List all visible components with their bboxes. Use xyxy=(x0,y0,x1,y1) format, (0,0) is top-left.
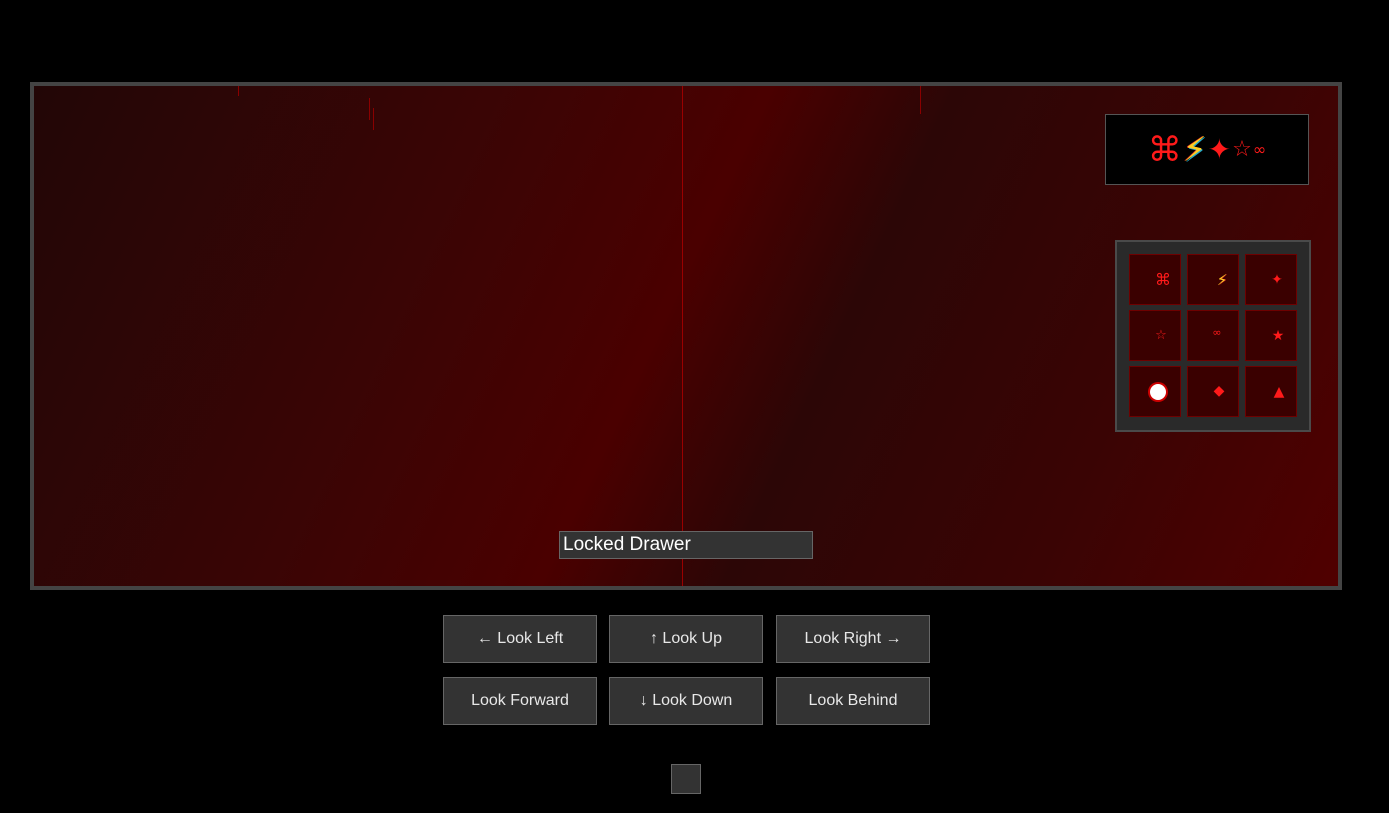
code-symbol-sparkle-icon: ✦ xyxy=(1207,132,1232,166)
symbol-keypad: ⌘ ⚡ ✦ ☆ ∞ ★ ◆ ▲ xyxy=(1115,240,1311,432)
look-down-button[interactable]: ↓ Look Down xyxy=(609,677,763,725)
crack-mark xyxy=(238,86,239,96)
code-symbol-star-outline-icon: ☆ xyxy=(1232,136,1252,162)
crack-mark xyxy=(373,108,374,130)
look-forward-button[interactable]: Look Forward xyxy=(443,677,597,725)
look-right-button[interactable]: Look Right → xyxy=(776,615,930,663)
scene-viewport[interactable]: ⌘ ⚡ ✦ ☆ ∞ ⌘ ⚡ ✦ ☆ ∞ ★ ◆ ▲ Locked Drawer xyxy=(30,82,1342,590)
look-up-button[interactable]: ↑ Look Up xyxy=(609,615,763,663)
keypad-key-bolt[interactable]: ⚡ xyxy=(1187,254,1239,305)
infinity-icon: ∞ xyxy=(1212,326,1222,339)
code-symbol-command-icon: ⌘ xyxy=(1147,129,1182,170)
center-divider-line xyxy=(682,86,683,586)
diamond-icon: ◆ xyxy=(1213,382,1225,399)
code-hint-display: ⌘ ⚡ ✦ ☆ ∞ xyxy=(1105,114,1309,185)
bolt-icon: ⚡ xyxy=(1216,270,1228,289)
code-symbol-bolt-icon: ⚡ xyxy=(1182,129,1207,170)
command-icon: ⌘ xyxy=(1155,270,1171,289)
keypad-key-infinity[interactable]: ∞ xyxy=(1187,310,1239,361)
crack-mark xyxy=(920,86,921,114)
star-filled-icon: ★ xyxy=(1271,327,1285,344)
star-outline-icon: ☆ xyxy=(1155,328,1167,343)
keypad-key-sparkle[interactable]: ✦ xyxy=(1245,254,1297,305)
look-behind-button[interactable]: Look Behind xyxy=(776,677,930,725)
circle-icon xyxy=(1150,383,1166,400)
keypad-key-star-outline[interactable]: ☆ xyxy=(1129,310,1181,361)
keypad-key-triangle[interactable]: ▲ xyxy=(1245,366,1297,417)
code-symbol-infinity-icon: ∞ xyxy=(1252,139,1267,159)
crack-mark xyxy=(369,98,370,120)
keypad-key-star-filled[interactable]: ★ xyxy=(1245,310,1297,361)
sparkle-icon: ✦ xyxy=(1271,271,1283,288)
location-label: Locked Drawer xyxy=(559,531,813,559)
look-left-button[interactable]: ← Look Left xyxy=(443,615,597,663)
keypad-key-command[interactable]: ⌘ xyxy=(1129,254,1181,305)
keypad-key-circle[interactable] xyxy=(1129,366,1181,417)
triangle-icon: ▲ xyxy=(1273,383,1285,400)
keypad-key-diamond[interactable]: ◆ xyxy=(1187,366,1239,417)
inventory-slot[interactable] xyxy=(671,764,701,794)
